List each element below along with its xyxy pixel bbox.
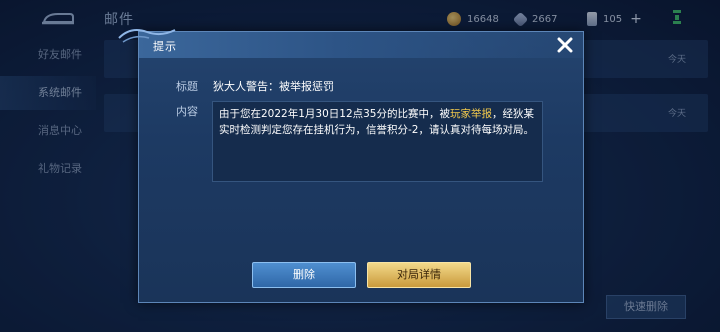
delete-button[interactable]: 删除 [252, 262, 356, 288]
content-label: 内容 [176, 105, 198, 118]
notice-dialog: 提示 标题 狄大人警告：被举报惩罚 内容 由于您在2022年1月30日12点35… [118, 29, 584, 303]
close-icon [557, 37, 573, 53]
subject-label: 标题 [176, 80, 198, 93]
content-text: 由于您在2022年1月30日12点35分的比赛中，被 [219, 108, 450, 120]
match-details-button[interactable]: 对局详情 [367, 262, 471, 288]
player-report-highlight: 玩家举报 [449, 108, 492, 120]
dialog-title: 提示 [153, 40, 177, 53]
close-button[interactable] [551, 32, 579, 58]
content-box: 由于您在2022年1月30日12点35分的比赛中，被玩家举报，经狄某实时检测判定… [212, 101, 543, 182]
subject-value: 狄大人警告：被举报惩罚 [213, 80, 334, 93]
dialog-header [139, 32, 583, 58]
